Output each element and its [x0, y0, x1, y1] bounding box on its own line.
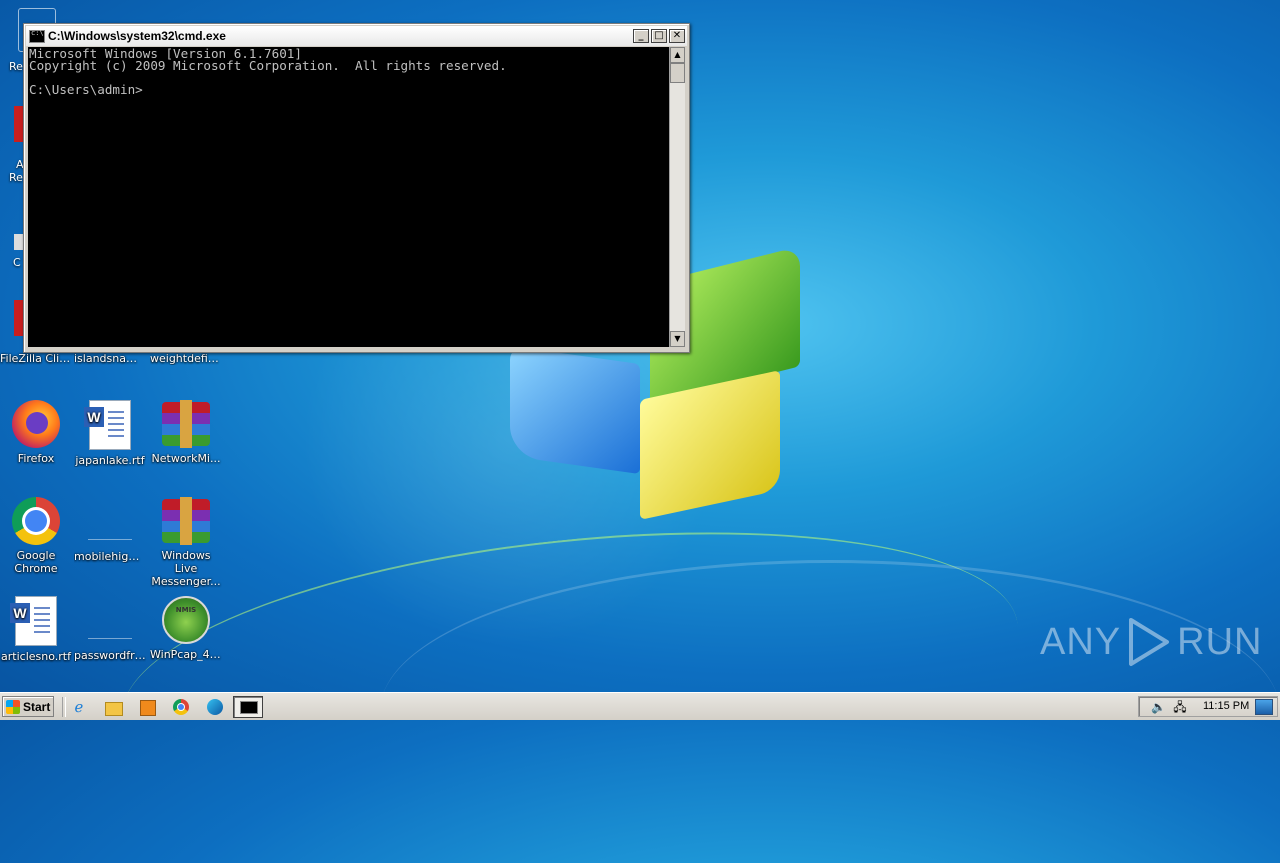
desktop-icon-label: NetworkMi...	[151, 452, 221, 465]
folder-icon[interactable]	[102, 697, 124, 717]
desktop-icon-label: WinPcap_4_...	[150, 648, 222, 661]
desktop-icon-partial[interactable]: C	[0, 230, 24, 270]
winrar-archive-icon	[162, 400, 210, 448]
word-document-icon	[84, 400, 131, 450]
desktop-icon-label: C	[13, 256, 21, 269]
show-desktop-button[interactable]	[1255, 699, 1273, 715]
play-icon	[1127, 616, 1171, 668]
desktop-icon-weightdefini[interactable]: weightdefini...	[150, 352, 222, 365]
desktop-icon-label: articlesno.rtf	[1, 650, 71, 663]
desktop-icon-label: Re	[9, 171, 23, 184]
blank-file-icon	[88, 610, 132, 639]
maximize-button[interactable]: □	[651, 29, 667, 43]
desktop-icon-partial[interactable]: A Re	[0, 100, 28, 190]
console-prompt: C:\Users\admin>	[29, 82, 143, 97]
start-label: Start	[23, 699, 51, 714]
taskbar-separator	[62, 697, 66, 717]
word-document-icon	[10, 596, 57, 646]
windows-logo-icon	[6, 699, 20, 714]
desktop-icon-mobilehighe[interactable]: mobilehighe...	[74, 497, 146, 563]
chrome-icon[interactable]	[170, 697, 192, 717]
blank-file-icon	[88, 511, 132, 540]
minimize-button[interactable]: _	[633, 29, 649, 43]
internet-explorer-icon[interactable]: ℯ	[68, 697, 90, 717]
clock[interactable]: 11:15 PM	[1203, 700, 1249, 712]
desktop-icon-networkmi[interactable]: NetworkMi...	[150, 400, 222, 465]
cmd-taskbar-button[interactable]	[233, 696, 263, 718]
desktop-icon-label: mobilehighe...	[74, 550, 146, 563]
cmd-window[interactable]: C:\Windows\system32\cmd.exe _ □ ✕ Micros…	[23, 23, 690, 353]
desktop-icon-label: weightdefini...	[150, 352, 222, 365]
anyrun-watermark: ANY RUN	[1040, 612, 1262, 672]
scroll-down-arrow-icon[interactable]: ▼	[670, 331, 685, 347]
desktop-icon-label: passwordfri...	[74, 649, 146, 662]
desktop-icon-filezilla[interactable]: FileZilla Client	[0, 352, 72, 365]
window-title: C:\Windows\system32\cmd.exe	[48, 29, 226, 43]
desktop-icon-label: islandsname...	[74, 352, 146, 365]
desktop-icon-japanlake[interactable]: japanlake.rtf	[74, 400, 146, 467]
desktop-icon-windows-live-messenger[interactable]: Windows Live Messenger...	[150, 497, 222, 588]
cmd-app-icon[interactable]	[29, 29, 45, 43]
desktop-icon-label: FileZilla Client	[0, 352, 72, 365]
vertical-scrollbar[interactable]: ▲ ▼	[669, 47, 685, 347]
desktop-icon-google-chrome[interactable]: Google Chrome	[0, 497, 72, 575]
nmis-logo-text: NMIS	[175, 606, 197, 614]
winrar-archive-icon	[162, 497, 210, 545]
system-tray: 🔈 🖧 11:15 PM	[1138, 696, 1278, 717]
desktop-icon-articlesno[interactable]: articlesno.rtf	[0, 596, 72, 663]
scroll-thumb[interactable]	[670, 63, 685, 83]
media-player-icon[interactable]	[136, 697, 158, 717]
desktop-icon-passwordfri[interactable]: passwordfri...	[74, 596, 146, 662]
desktop-icon-winpcap[interactable]: NMIS WinPcap_4_...	[150, 596, 222, 661]
winpcap-installer-icon: NMIS	[162, 596, 210, 644]
desktop-icon-islandsname[interactable]: islandsname...	[74, 352, 146, 365]
watermark-left-text: ANY	[1040, 620, 1122, 663]
desktop-icon-firefox[interactable]: Firefox	[0, 400, 72, 465]
desktop-icon-label: japanlake.rtf	[75, 454, 145, 467]
close-button[interactable]: ✕	[669, 29, 685, 43]
watermark-right-text: RUN	[1177, 620, 1263, 663]
start-button[interactable]: Start	[2, 696, 54, 717]
network-icon[interactable]: 🖧	[1173, 700, 1187, 714]
volume-icon[interactable]: 🔈	[1151, 700, 1166, 714]
edge-icon[interactable]	[204, 697, 226, 717]
taskbar: Start ℯ 🔈 🖧 11:15 PM	[0, 692, 1280, 720]
desktop-icon-label: Windows Live Messenger...	[151, 549, 221, 588]
chrome-icon	[12, 497, 60, 545]
firefox-icon	[12, 400, 60, 448]
desktop-icon-label: Re	[9, 60, 23, 73]
cmd-titlebar[interactable]: C:\Windows\system32\cmd.exe _ □ ✕	[26, 26, 687, 46]
console-output[interactable]: Microsoft Windows [Version 6.1.7601] Copy…	[28, 47, 669, 347]
desktop-icon-label: Google Chrome	[14, 549, 58, 575]
wallpaper-swirl	[108, 493, 1032, 849]
console-line: Copyright (c) 2009 Microsoft Corporation…	[29, 58, 507, 73]
scroll-up-arrow-icon[interactable]: ▲	[670, 47, 685, 63]
desktop-icon-label: Firefox	[17, 452, 55, 465]
